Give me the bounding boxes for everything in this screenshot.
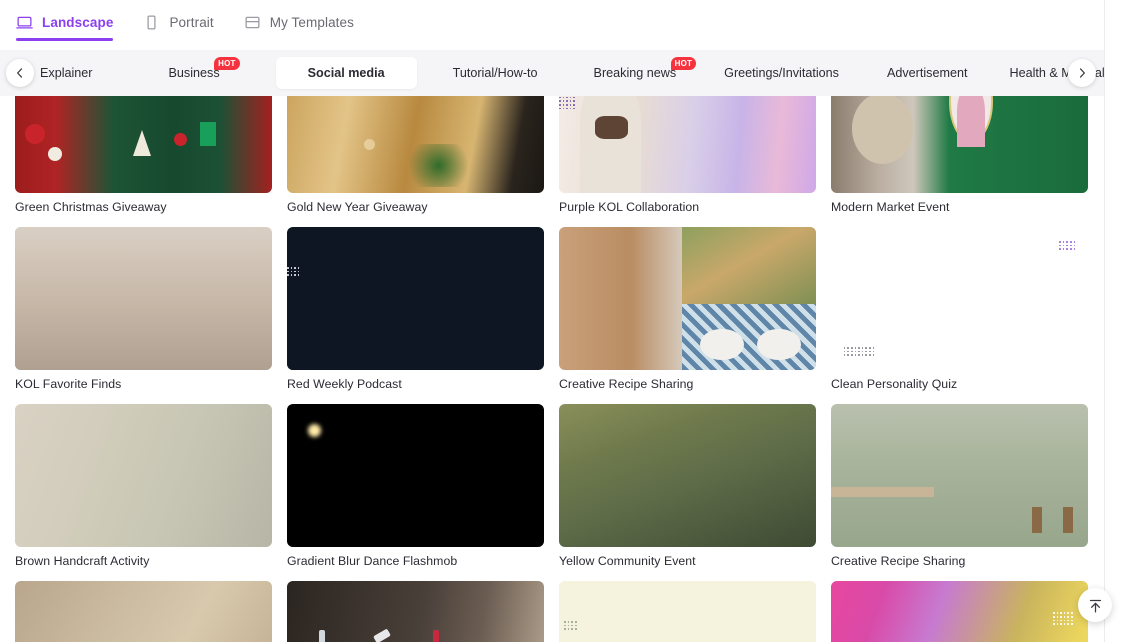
template-title: Modern Market Event — [831, 200, 950, 214]
category-chip-health-medical[interactable]: Health & Medical — [995, 58, 1118, 88]
template-grid-scroll[interactable]: @CHRISTMASGIVEAWAY Green Christmas Giveaw… — [0, 96, 1104, 642]
template-thumbnail[interactable]: Handcraft Activity Starting At 2:00PM ⌂2… — [15, 404, 272, 547]
template-card[interactable]: 🌲PestX Inc. Pest ControlService Our Serv… — [559, 581, 816, 642]
dot-grid-decoration — [287, 267, 300, 276]
tab-portrait[interactable]: Portrait — [143, 0, 214, 44]
template-title: Yellow Community Event — [559, 554, 696, 568]
chevron-left-icon — [17, 68, 23, 78]
category-chip-label: Explainer — [40, 66, 93, 80]
template-title: KOL Favorite Finds — [15, 377, 122, 391]
tab-my-templates-label: My Templates — [269, 14, 354, 30]
template-gallery-page: Landscape Portrait My Templates Explaine… — [0, 0, 1126, 642]
landscape-icon — [16, 14, 33, 31]
template-thumbnail[interactable]: Creative Recipe — [559, 227, 816, 370]
category-chip-breaking-news[interactable]: Breaking news HOT — [580, 57, 697, 88]
template-thumbnail[interactable]: Smart Water Bottle Wireless Charging Pad… — [15, 227, 272, 370]
dot-grid-decoration — [1053, 612, 1073, 625]
tab-landscape[interactable]: Landscape — [16, 0, 114, 44]
template-card[interactable]: LOST DOG Lost Dog Pet Search — [15, 581, 272, 642]
template-title: Creative Recipe Sharing — [831, 554, 966, 568]
template-grid: @CHRISTMASGIVEAWAY Green Christmas Giveaw… — [15, 96, 1088, 642]
category-chip-bar: Explainer Business HOT Social media Tutorial… — [0, 50, 1105, 96]
template-thumbnail[interactable]: 🌲PestX Inc. Pest ControlService Our Serv… — [559, 581, 816, 642]
category-chip-label: Advertisement — [886, 66, 968, 80]
category-chip-advertisement[interactable]: Advertisement — [873, 58, 982, 88]
my-templates-icon — [244, 14, 261, 31]
arrow-up-icon — [1089, 599, 1101, 613]
dot-grid-decoration — [564, 621, 577, 630]
template-card[interactable]: If you could be any animal, which would … — [831, 227, 1088, 391]
template-card[interactable]: Celebrating Communityand Gratitude Modern… — [831, 96, 1088, 214]
category-chip-label: Business — [168, 66, 220, 80]
scroll-to-top-button[interactable] — [1078, 588, 1112, 622]
template-title: Brown Handcraft Activity — [15, 554, 150, 568]
template-thumbnail[interactable]: ONLINE SURVEY Share your feedback with u… — [831, 581, 1088, 642]
template-card[interactable]: Smart Water Bottle Wireless Charging Pad… — [15, 227, 272, 391]
template-card[interactable]: Beauty Mirror Products — [287, 581, 544, 642]
template-title: Gold New Year Giveaway — [287, 200, 428, 214]
tab-my-templates[interactable]: My Templates — [244, 0, 354, 44]
template-thumbnail[interactable]: Are you influencer? Email ✉collab@yourbr… — [559, 96, 816, 193]
category-prev-button[interactable] — [6, 59, 34, 87]
tab-landscape-label: Landscape — [42, 14, 114, 30]
category-scroll-area[interactable]: Explainer Business HOT Social media Tutorial… — [0, 50, 1119, 96]
template-thumbnail[interactable]: www.newyearsgiveaway.com — [287, 96, 544, 193]
template-card[interactable]: www.newyearsgiveaway.com Gold New Year G… — [287, 96, 544, 214]
template-thumbnail[interactable]: LOST DOG — [15, 581, 272, 642]
template-thumbnail[interactable]: 🎙🎙 PODCAST Weekly KYRIE SILVA HANNAH WIL… — [287, 227, 544, 370]
template-title: Gradient Blur Dance Flashmob — [287, 554, 458, 568]
template-card[interactable]: 🎙🎙 PODCAST Weekly KYRIE SILVA HANNAH WIL… — [287, 227, 544, 391]
template-thumbnail[interactable]: Celebrating Communityand Gratitude — [831, 96, 1088, 193]
category-chip-business[interactable]: Business HOT — [155, 57, 240, 88]
template-title: Clean Personality Quiz — [831, 377, 958, 391]
dot-grid-decoration — [1059, 241, 1076, 251]
category-chip-social-media[interactable]: Social media — [275, 57, 417, 89]
template-card[interactable]: DANCEFLASHMOB Gradient Blur Dance Flashm… — [287, 404, 544, 568]
orientation-tab-bar: Landscape Portrait My Templates — [0, 0, 1104, 44]
template-card[interactable]: Are you influencer? Email ✉collab@yourbr… — [559, 96, 816, 214]
right-panel-edge — [1104, 0, 1126, 642]
template-card[interactable]: @CHRISTMASGIVEAWAY Green Christmas Giveaw… — [15, 96, 272, 214]
category-chip-greetings-invitations[interactable]: Greetings/Invitations — [710, 58, 853, 88]
template-card[interactable]: Handcraft Activity Starting At 2:00PM ⌂2… — [15, 404, 272, 568]
template-thumbnail[interactable]: @CHRISTMASGIVEAWAY — [15, 96, 272, 193]
hot-badge: HOT — [214, 57, 240, 70]
category-chip-label: Greetings/Invitations — [724, 66, 839, 80]
hot-badge: HOT — [670, 57, 697, 70]
category-chip-tutorial-how-to[interactable]: Tutorial/How-to — [439, 58, 552, 88]
category-chip-explainer[interactable]: Explainer — [26, 58, 107, 88]
dot-grid-decoration — [843, 346, 875, 356]
template-card[interactable]: ONLINE SURVEY Share your feedback with u… — [831, 581, 1088, 642]
template-title: Green Christmas Giveaway — [15, 200, 167, 214]
tab-portrait-label: Portrait — [169, 14, 214, 30]
template-title: Purple KOL Collaboration — [559, 200, 700, 214]
template-thumbnail[interactable] — [287, 581, 544, 642]
template-card[interactable]: Creative Recipe Creative Recipe Sharing — [831, 404, 1088, 568]
category-chip-label: Social media — [307, 66, 385, 80]
template-thumbnail[interactable]: Creative Recipe — [831, 404, 1088, 547]
template-card[interactable]: Creative Recipe Creative Recipe Sharing — [559, 227, 816, 391]
portrait-icon — [143, 14, 160, 31]
active-tab-underline — [16, 38, 114, 41]
chevron-right-icon — [1079, 68, 1085, 78]
category-chip-label: Breaking news — [593, 66, 677, 80]
template-title: Creative Recipe Sharing — [559, 377, 694, 391]
dot-grid-decoration — [559, 96, 575, 110]
category-next-button[interactable] — [1068, 59, 1096, 87]
template-card[interactable]: ▤ABC COMMUNITY CommunityEvent Yellow Com… — [559, 404, 816, 568]
template-thumbnail[interactable]: ▤ABC COMMUNITY CommunityEvent — [559, 404, 816, 547]
template-thumbnail[interactable]: If you could be any animal, which would … — [831, 227, 1088, 370]
category-chip-label: Tutorial/How-to — [452, 66, 538, 80]
template-thumbnail[interactable]: DANCEFLASHMOB — [287, 404, 544, 547]
template-title: Red Weekly Podcast — [287, 377, 402, 391]
